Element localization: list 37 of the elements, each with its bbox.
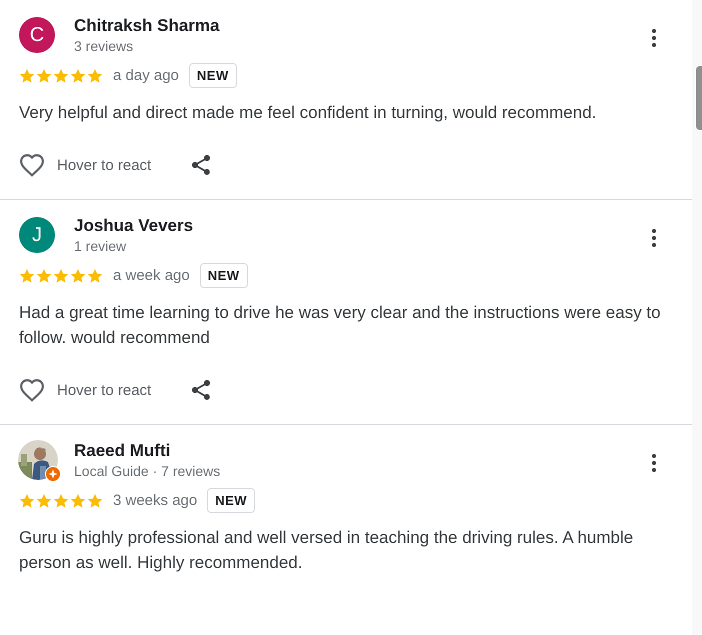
reviewer-name[interactable]: Raeed Mufti	[74, 440, 220, 462]
star-icon	[36, 268, 52, 284]
star-icon	[87, 492, 103, 508]
new-badge: NEW	[188, 63, 237, 88]
review-text: Very helpful and direct made me feel confident in turning, would recommend.	[19, 102, 598, 124]
heart-icon	[19, 378, 45, 402]
reviewer-stats: 1 review	[74, 237, 128, 255]
reviewer-stats: Local Guide · 7 reviews	[74, 462, 220, 480]
star-icon	[19, 68, 35, 84]
new-badge: NEW	[200, 263, 248, 288]
star-icon	[53, 492, 69, 508]
star-icon	[87, 68, 103, 84]
review-time: 3 weeks ago	[113, 492, 198, 509]
star-icon	[53, 268, 69, 284]
reviewer-name[interactable]: Chitraksh Sharma	[74, 15, 220, 37]
scrollbar[interactable]	[692, 0, 702, 635]
reviewer-name[interactable]: Joshua Vevers	[74, 215, 194, 237]
review-text: Guru is highly professional and well versed in teaching the driving rules. A humble person as well. Highly recommended.	[19, 527, 634, 574]
avatar[interactable]: J	[19, 217, 55, 253]
react-button[interactable]: Hover to react	[19, 153, 152, 177]
reviewer-stats: 3 reviews	[74, 37, 134, 55]
star-icon	[36, 68, 52, 84]
star-icon	[87, 268, 103, 284]
star-icon	[53, 68, 69, 84]
review-text: Had a great time learning to drive he was very clear and the instructions were easy to follow. would recommend	[19, 302, 662, 349]
review-time: a week ago	[113, 267, 190, 284]
star-icon	[70, 492, 86, 508]
star-icon	[19, 492, 35, 508]
star-icon	[70, 268, 86, 284]
heart-icon	[19, 153, 45, 177]
review-time: a day ago	[113, 67, 179, 84]
new-badge: NEW	[207, 488, 256, 513]
star-icon	[36, 492, 52, 508]
star-icon	[70, 68, 86, 84]
react-button[interactable]: Hover to react	[19, 378, 152, 402]
star-icon	[19, 268, 35, 284]
avatar[interactable]: C	[19, 17, 55, 53]
